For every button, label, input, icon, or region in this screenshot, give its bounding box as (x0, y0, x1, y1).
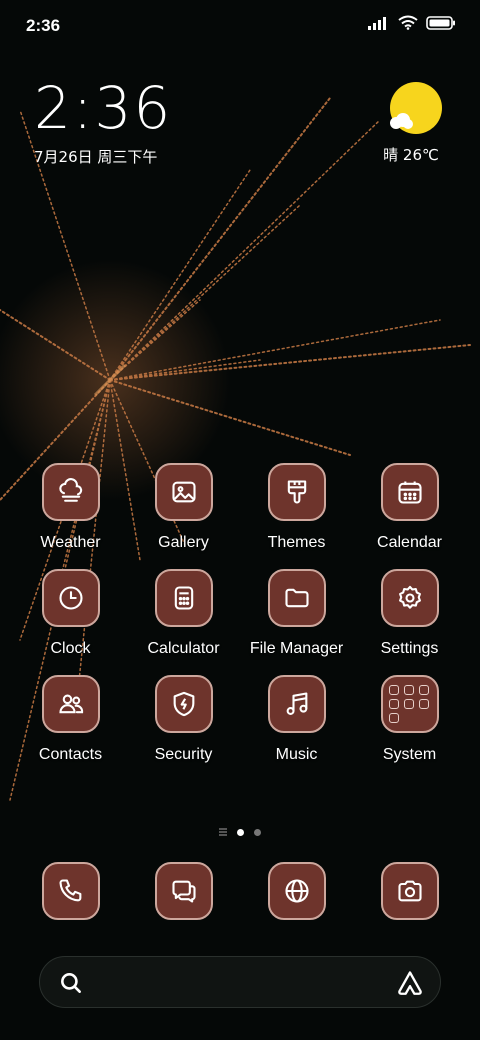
app-calculator[interactable]: Calculator (127, 569, 240, 658)
assistant-icon[interactable] (396, 969, 424, 997)
contacts-icon (58, 694, 83, 714)
app-security[interactable]: Security (127, 675, 240, 764)
wifi-icon (398, 15, 418, 30)
app-label: Clock (50, 640, 91, 657)
camera-icon (397, 880, 422, 902)
folder-icon (284, 588, 309, 608)
status-icons (368, 15, 456, 30)
dock-phone[interactable] (14, 862, 127, 920)
music-icon (286, 692, 307, 715)
app-gallery[interactable]: Gallery (127, 463, 240, 552)
status-bar: 2:36 (0, 0, 480, 50)
calculator-icon (174, 586, 193, 610)
app-contacts[interactable]: Contacts (14, 675, 127, 764)
phone-icon (58, 879, 81, 902)
clock-time: 2:36 (34, 74, 173, 142)
app-label: Weather (40, 534, 101, 551)
app-label: File Manager (249, 640, 344, 657)
app-label: Music (275, 746, 318, 763)
battery-icon (426, 15, 455, 30)
browser-icon (284, 879, 309, 903)
clock-icon (58, 586, 83, 610)
app-music[interactable]: Music (240, 675, 353, 764)
app-label: Themes (267, 534, 326, 551)
app-label: Contacts (38, 746, 103, 763)
themes-icon (287, 480, 306, 504)
weather-icon (58, 478, 82, 502)
status-time: 2:36 (26, 16, 61, 35)
app-label: Security (154, 746, 213, 763)
clock-date: 7月26日 周三下午 (34, 148, 158, 166)
app-calendar[interactable]: Calendar (353, 463, 466, 552)
weather-widget[interactable]: 晴 26℃ (383, 82, 446, 165)
search-bar[interactable] (39, 956, 441, 1008)
app-label: System (382, 746, 437, 763)
app-label: Calculator (147, 640, 220, 657)
calendar-icon (397, 481, 422, 504)
dock-messages[interactable] (127, 862, 240, 920)
weather-text: 晴 26℃ (383, 146, 439, 164)
page-indicator[interactable] (0, 828, 480, 836)
app-system-folder[interactable]: System (353, 675, 466, 764)
app-label: Calendar (377, 534, 442, 551)
app-themes[interactable]: Themes (240, 463, 353, 552)
app-label: Gallery (158, 534, 209, 551)
clock-widget[interactable]: 2:36 7月26日 周三下午 (34, 78, 172, 167)
app-file-manager[interactable]: File Manager (240, 569, 353, 658)
app-clock[interactable]: Clock (14, 569, 127, 658)
page-dot[interactable] (254, 828, 261, 836)
app-label: Settings (380, 640, 439, 657)
dock-camera[interactable] (353, 862, 466, 920)
app-grid: Weather Gallery Themes Calendar Clock Ca… (14, 463, 466, 764)
app-drawer-menu-icon[interactable] (219, 828, 227, 836)
dock-browser[interactable] (240, 862, 353, 920)
gear-icon (398, 585, 421, 609)
signal-icon (368, 16, 386, 30)
shield-icon (173, 691, 194, 717)
dock (14, 862, 466, 920)
messages-icon (171, 880, 196, 903)
search-icon (61, 973, 81, 993)
gallery-icon (171, 481, 196, 503)
app-settings[interactable]: Settings (353, 569, 466, 658)
sun-cloud-icon (390, 82, 442, 134)
page-dot-active[interactable] (237, 828, 244, 836)
app-weather[interactable]: Weather (14, 463, 127, 552)
folder-grid-icon (389, 685, 430, 723)
